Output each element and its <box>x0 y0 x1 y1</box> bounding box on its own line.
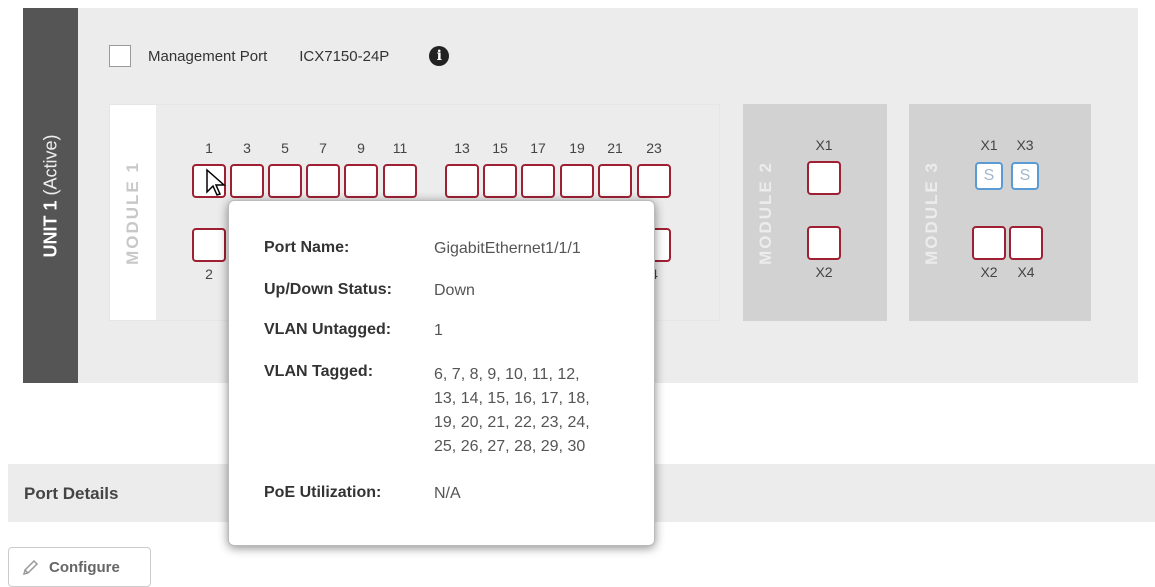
configure-button[interactable]: Configure <box>8 547 151 587</box>
port-7[interactable] <box>306 164 340 198</box>
port-5[interactable] <box>268 164 302 198</box>
tooltip-key: VLAN Tagged: <box>264 363 374 380</box>
port-x4[interactable] <box>1009 226 1043 260</box>
port-label-15: 15 <box>492 140 508 156</box>
tooltip-key: VLAN Untagged: <box>264 321 392 338</box>
port-label-17: 17 <box>530 140 546 156</box>
module-2: MODULE 2 X1 X2 <box>743 104 887 321</box>
port-x1[interactable] <box>807 161 841 195</box>
unit-label: UNIT 1 (Active) <box>23 8 78 383</box>
model-name: ICX7150-24P <box>299 47 390 65</box>
module-1-label: MODULE 1 <box>123 160 142 265</box>
port-label-19: 19 <box>569 140 585 156</box>
module-3-label: MODULE 3 <box>922 160 941 265</box>
pencil-icon <box>22 559 39 576</box>
port-label-11: 11 <box>392 140 408 156</box>
port-x2[interactable] <box>972 226 1006 260</box>
tooltip-value-line: 13, 14, 15, 16, 17, 18, <box>434 390 590 407</box>
tooltip-key: Port Name: <box>264 239 350 256</box>
management-row: Management Port ICX7150-24P i <box>109 44 450 68</box>
module-3: MODULE 3 X1 X3 S S X2 X4 <box>909 104 1091 321</box>
tooltip-value: GigabitEthernet1/1/1 <box>434 240 581 257</box>
port-2[interactable] <box>192 228 226 262</box>
port-19[interactable] <box>560 164 594 198</box>
tooltip-value-line: 6, 7, 8, 9, 10, 11, 12, <box>434 366 580 383</box>
tooltip-value-line: 19, 20, 21, 22, 23, 24, <box>434 414 590 431</box>
port-label-2: 2 <box>205 266 213 282</box>
port-label-7: 7 <box>319 140 327 156</box>
module-3-tag: MODULE 3 <box>909 104 955 321</box>
port-13[interactable] <box>445 164 479 198</box>
port-label-23: 23 <box>646 140 662 156</box>
port-label-x4: X4 <box>1017 264 1035 280</box>
configure-label: Configure <box>49 558 120 576</box>
port-label-x1: X1 <box>980 137 998 153</box>
tooltip-value: Down <box>434 282 475 299</box>
management-port-checkbox[interactable] <box>109 45 131 67</box>
port-21[interactable] <box>598 164 632 198</box>
port-label-9: 9 <box>357 140 365 156</box>
port-17[interactable] <box>521 164 555 198</box>
port-3[interactable] <box>230 164 264 198</box>
info-icon[interactable]: i <box>429 46 450 66</box>
port-x2[interactable] <box>807 226 841 260</box>
port-label-21: 21 <box>607 140 623 156</box>
port-label-1: 1 <box>205 140 213 156</box>
unit-name: UNIT 1 <box>40 200 60 258</box>
module-2-label: MODULE 2 <box>756 160 775 265</box>
stack-port-x3[interactable]: S <box>1011 162 1039 190</box>
port-label-3: 3 <box>243 140 251 156</box>
port-9[interactable] <box>344 164 378 198</box>
module-1-tag: MODULE 1 <box>110 105 156 320</box>
unit-state: (Active) <box>40 133 60 195</box>
tooltip-value: 1 <box>434 322 443 339</box>
tooltip-value: N/A <box>434 485 461 502</box>
tooltip-value-line: 25, 26, 27, 28, 29, 30 <box>434 438 586 455</box>
tooltip-key: Up/Down Status: <box>264 281 392 298</box>
port-label-x3: X3 <box>1016 137 1034 153</box>
port-label-x2: X2 <box>980 264 998 280</box>
port-label-x1: X1 <box>815 137 833 153</box>
port-23[interactable] <box>637 164 671 198</box>
port-details-title: Port Details <box>24 484 119 503</box>
tooltip-key: PoE Utilization: <box>264 484 382 501</box>
management-port-label: Management Port <box>148 47 268 65</box>
port-label-5: 5 <box>281 140 289 156</box>
port-label-x2: X2 <box>815 264 833 280</box>
port-label-13: 13 <box>454 140 470 156</box>
stack-port-x1[interactable]: S <box>975 162 1003 190</box>
port-tooltip: Port Name: GigabitEthernet1/1/1 Up/Down S… <box>228 200 655 546</box>
port-15[interactable] <box>483 164 517 198</box>
mouse-cursor-icon <box>206 168 226 196</box>
port-11[interactable] <box>383 164 417 198</box>
module-2-tag: MODULE 2 <box>743 104 789 321</box>
